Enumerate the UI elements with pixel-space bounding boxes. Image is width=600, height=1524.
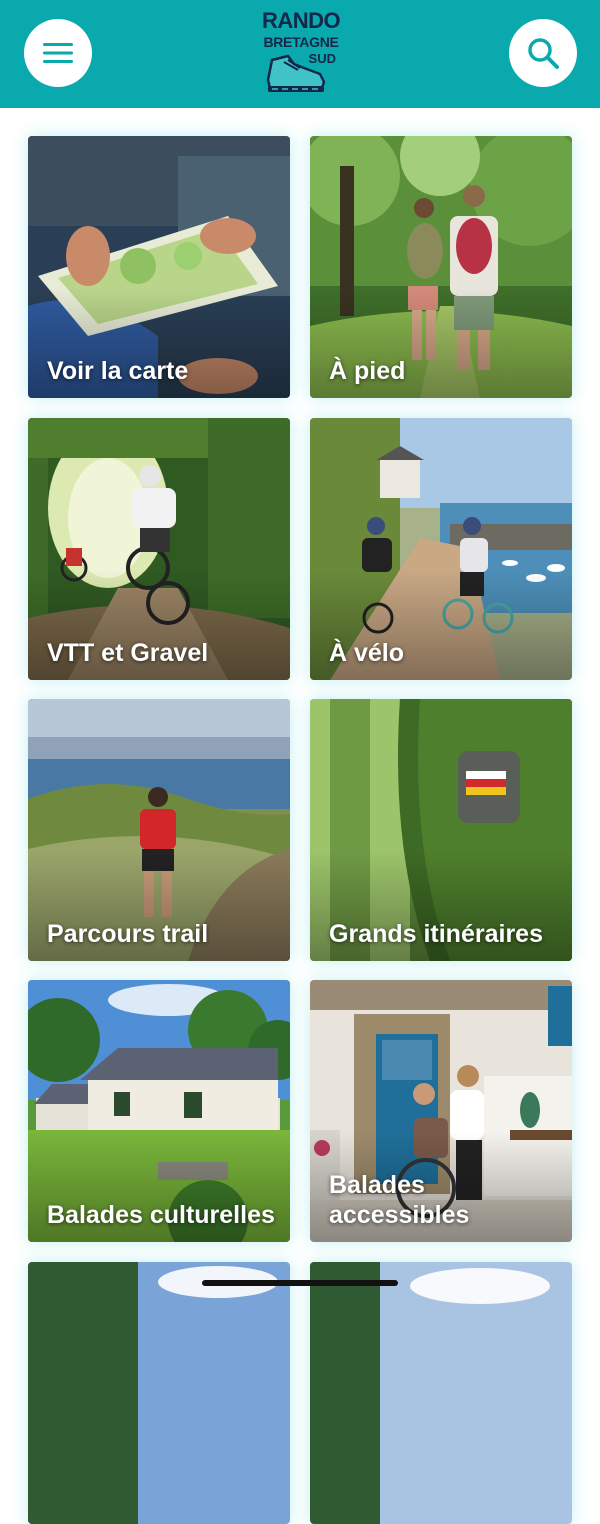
- tile-vtt-et-gravel[interactable]: VTT et Gravel: [28, 418, 290, 680]
- app-header: RANDO BRETAGNE SUD: [0, 0, 600, 108]
- app-logo[interactable]: RANDO BRETAGNE SUD: [262, 8, 341, 98]
- logo-subtitle: BRETAGNE: [263, 34, 339, 50]
- tile-label: Grands itinéraires: [329, 920, 543, 948]
- tile-parcours-trail[interactable]: Parcours trail: [28, 699, 290, 961]
- category-grid: Voir la carte À pied VTT et Gravel À vél…: [0, 108, 600, 1524]
- tile-balades-accessibles[interactable]: Balades accessibles: [310, 980, 572, 1242]
- tile-label: À vélo: [329, 639, 405, 667]
- hamburger-menu-icon: [43, 43, 73, 63]
- tile-label: VTT et Gravel: [47, 639, 209, 667]
- tile-partial-right[interactable]: [310, 1262, 572, 1524]
- landscape-photo: [310, 1262, 572, 1524]
- tile-voir-la-carte[interactable]: Voir la carte: [28, 136, 290, 398]
- tile-label: Voir la carte: [47, 357, 189, 385]
- home-indicator[interactable]: [202, 1280, 398, 1286]
- tile-label: Parcours trail: [47, 920, 209, 948]
- search-button[interactable]: [509, 19, 577, 87]
- tile-a-velo[interactable]: À vélo: [310, 418, 572, 680]
- tile-balades-culturelles[interactable]: Balades culturelles: [28, 980, 290, 1242]
- menu-button[interactable]: [24, 19, 92, 87]
- landscape-photo: [28, 1262, 290, 1524]
- tile-label: À pied: [329, 357, 406, 385]
- search-icon: [528, 38, 559, 69]
- tile-partial-left[interactable]: [28, 1262, 290, 1524]
- tile-label: Balades accessibles: [329, 1171, 470, 1229]
- logo-title: RANDO: [262, 8, 341, 33]
- tile-a-pied[interactable]: À pied: [310, 136, 572, 398]
- tile-label: Balades culturelles: [47, 1201, 275, 1229]
- hiking-shoe-icon: [266, 54, 326, 92]
- tile-grands-itineraires[interactable]: Grands itinéraires: [310, 699, 572, 961]
